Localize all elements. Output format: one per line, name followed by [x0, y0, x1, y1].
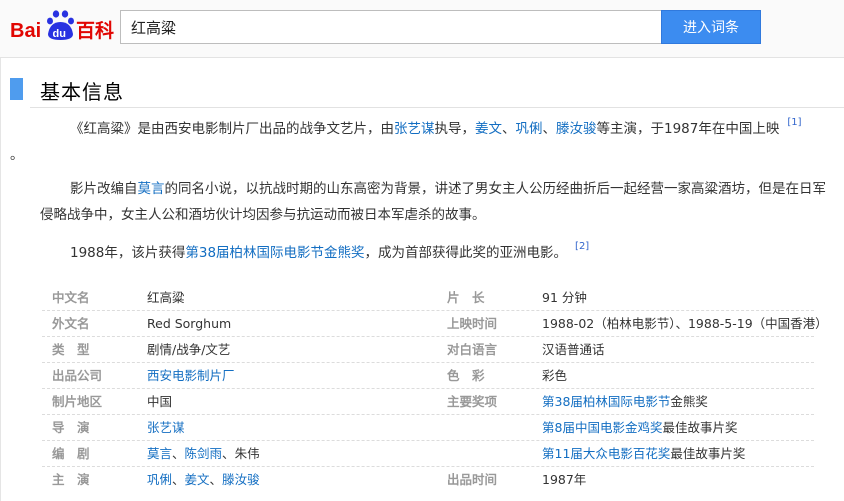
value-award-1: 第38届柏林国际电影节金熊奖 — [542, 389, 708, 414]
link-writer-mo-yan[interactable]: 莫言 — [147, 446, 172, 461]
value-production-company: 西安电影制片厂 — [147, 363, 235, 388]
info-row-region: 制片地区 中国 主要奖项 第38届柏林国际电影节金熊奖 — [42, 389, 814, 415]
link-golden-rooster[interactable]: 第8届中国电影金鸡奖 — [542, 420, 662, 435]
value-foreign-name: Red Sorghum — [147, 316, 232, 331]
label-language: 对白语言 — [447, 342, 498, 357]
search-input[interactable] — [120, 10, 662, 44]
p1-comma-1: 、 — [502, 121, 516, 137]
summary-paragraph-2: 影片改编自莫言的同名小说，以抗战时期的山东高密为背景，讲述了男女主人公历经曲折后… — [40, 176, 830, 228]
p3-text-2: ，成为首部获得此奖的亚洲电影。 — [364, 245, 568, 261]
section-marker — [10, 78, 23, 100]
label-duration: 片 长 — [447, 290, 485, 305]
value-language: 汉语普通话 — [542, 342, 605, 357]
label-region: 制片地区 — [52, 394, 103, 409]
info-row-production-company: 出品公司 西安电影制片厂 色 彩 彩色 — [42, 363, 814, 389]
award-2-suffix: 最佳故事片奖 — [662, 420, 738, 435]
baidu-baike-logo[interactable]: Bai du 百科 — [10, 8, 116, 46]
label-color: 色 彩 — [447, 368, 485, 383]
link-writer-chen-jianyu[interactable]: 陈剑雨 — [185, 446, 223, 461]
value-release-date: 1988-02（柏林电影节）、1988-5-19（中国香港） — [542, 316, 828, 331]
value-region: 中国 — [147, 394, 173, 409]
label-screenwriter: 编 剧 — [52, 446, 90, 461]
reference-2[interactable]: [2] — [575, 241, 589, 252]
section-divider — [30, 107, 844, 108]
p3-text-1: 1988年，该片获得 — [70, 245, 186, 261]
label-starring: 主 演 — [52, 472, 90, 487]
p1-comma-2: 、 — [542, 121, 557, 137]
top-bar: Bai du 百科 进入词条 — [0, 0, 844, 58]
value-chinese-name: 红高粱 — [147, 290, 185, 305]
label-awards: 主要奖项 — [447, 394, 498, 409]
award-3-suffix: 最佳故事片奖 — [670, 446, 746, 461]
award-1-suffix: 金熊奖 — [670, 394, 708, 409]
link-mo-yan[interactable]: 莫言 — [138, 181, 165, 197]
info-row-screenwriter: 编 剧 莫言、陈剑雨、朱伟 第11届大众电影百花奖最佳故事片奖 — [42, 441, 814, 467]
link-star-jiang-wen[interactable]: 姜文 — [185, 472, 210, 487]
link-director-zhang-yimou[interactable]: 张艺谋 — [147, 420, 185, 435]
link-zhang-yimou[interactable]: 张艺谋 — [394, 121, 435, 137]
section-title: 基本信息 — [40, 80, 124, 104]
star-separator-1: 、 — [172, 472, 185, 487]
p1-text-3: 等主演，于1987年在中国上映 — [596, 121, 780, 137]
value-color: 彩色 — [542, 368, 568, 383]
p1-text-2: 执导， — [434, 121, 476, 137]
label-genre: 类 型 — [52, 342, 90, 357]
p2-text-1: 影片改编自 — [70, 181, 138, 197]
writer-separator-1: 、 — [172, 446, 185, 461]
link-star-gong-li[interactable]: 巩俐 — [147, 472, 172, 487]
value-award-3: 第11届大众电影百花奖最佳故事片奖 — [542, 441, 745, 466]
value-genre: 剧情/战争/文艺 — [147, 342, 231, 357]
link-star-teng-rujun[interactable]: 滕汝骏 — [222, 472, 260, 487]
link-hundred-flowers[interactable]: 第11届大众电影百花奖 — [542, 446, 670, 461]
value-award-2: 第8届中国电影金鸡奖最佳故事片奖 — [542, 415, 737, 440]
content-edge — [0, 58, 1, 501]
info-row-director: 导 演 张艺谋 第8届中国电影金鸡奖最佳故事片奖 — [42, 415, 814, 441]
logo-du: du — [53, 28, 66, 40]
label-director: 导 演 — [52, 420, 90, 435]
link-xian-film-studio[interactable]: 西安电影制片厂 — [147, 368, 235, 383]
label-chinese-name: 中文名 — [52, 290, 90, 305]
writer-zhu-wei: 朱伟 — [234, 446, 260, 461]
info-row-foreign-name: 外文名 Red Sorghum 上映时间 1988-02（柏林电影节）、1988… — [42, 311, 828, 337]
logo-bai: Bai — [10, 20, 41, 42]
star-separator-2: 、 — [209, 472, 223, 487]
logo-baike: 百科 — [76, 19, 114, 42]
label-release-date: 上映时间 — [447, 316, 498, 331]
reference-1[interactable]: [1] — [787, 117, 801, 128]
info-row-genre: 类 型 剧情/战争/文艺 对白语言 汉语普通话 — [42, 337, 814, 363]
value-duration: 91 分钟 — [542, 290, 587, 305]
writer-separator-2: 、 — [222, 446, 235, 461]
value-screenwriters: 莫言、陈剑雨、朱伟 — [147, 441, 260, 466]
label-production-time: 出品时间 — [447, 472, 498, 487]
p1-text-1: 《红高粱》是由西安电影制片厂出品的战争文艺片，由 — [70, 121, 394, 137]
p1-text-4: 。 — [10, 147, 24, 163]
value-production-time: 1987年 — [542, 472, 587, 487]
basic-info-table: 中文名 红高粱 片 长 91 分钟 外文名 Red Sorghum 上映时间 1… — [42, 285, 828, 493]
link-berlin-festival[interactable]: 第38届柏林国际电影节 — [542, 394, 670, 409]
info-row-chinese-name: 中文名 红高粱 片 长 91 分钟 — [42, 285, 814, 311]
value-starring: 巩俐、姜文、滕汝骏 — [147, 467, 260, 492]
info-row-starring: 主 演 巩俐、姜文、滕汝骏 出品时间 1987年 — [42, 467, 814, 493]
link-gong-li[interactable]: 巩俐 — [516, 121, 543, 137]
value-director: 张艺谋 — [147, 415, 185, 440]
label-production-company: 出品公司 — [52, 368, 103, 383]
label-foreign-name: 外文名 — [52, 316, 90, 331]
link-berlin-golden-bear[interactable]: 第38届柏林国际电影节金熊奖 — [185, 245, 364, 261]
summary-paragraph-1: 《红高粱》是由西安电影制片厂出品的战争文艺片，由张艺谋执导，姜文、巩俐、滕汝骏等… — [10, 116, 830, 168]
link-jiang-wen[interactable]: 姜文 — [475, 121, 502, 137]
link-teng-rujun[interactable]: 滕汝骏 — [556, 121, 597, 137]
summary-paragraph-3: 1988年，该片获得第38届柏林国际电影节金熊奖，成为首部获得此奖的亚洲电影。 [… — [40, 240, 830, 266]
enter-entry-button[interactable]: 进入词条 — [661, 10, 761, 44]
